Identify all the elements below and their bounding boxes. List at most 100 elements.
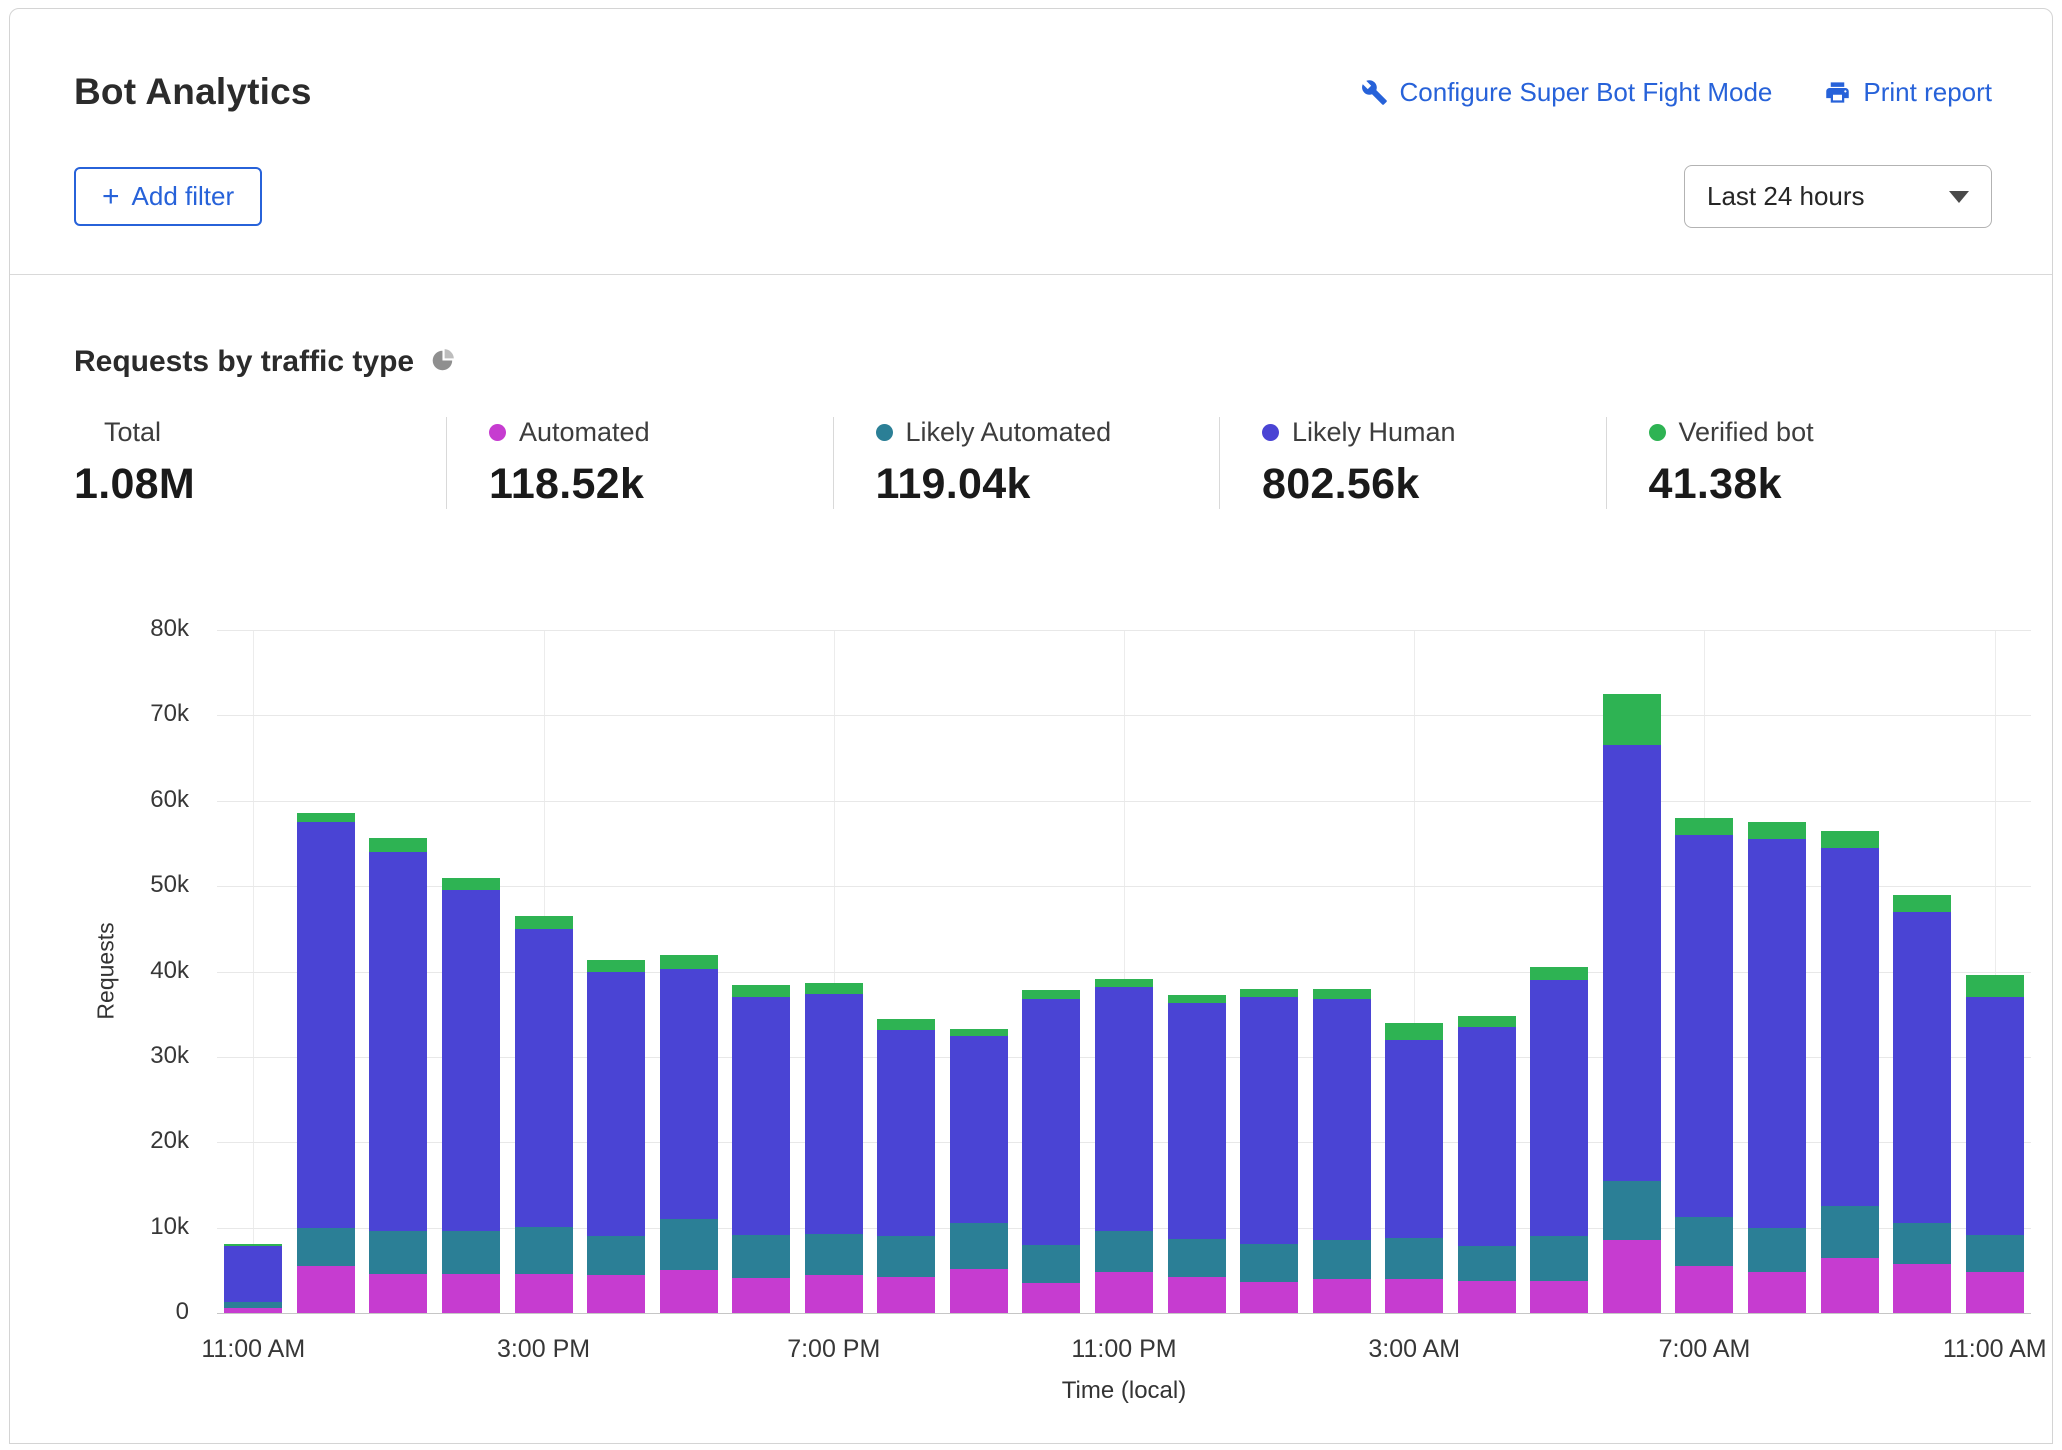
bar-segment-automated[interactable] (1095, 1272, 1153, 1313)
bar-segment-automated[interactable] (1022, 1283, 1080, 1313)
bar-segment-verified-bot[interactable] (1966, 975, 2024, 997)
bar-segment-verified-bot[interactable] (515, 916, 573, 929)
bar-segment-automated[interactable] (1893, 1264, 1951, 1313)
bar-segment-likely-human[interactable] (1240, 997, 1298, 1244)
bar-segment-automated[interactable] (369, 1274, 427, 1313)
bar-segment-automated[interactable] (950, 1269, 1008, 1313)
bar-segment-verified-bot[interactable] (1022, 990, 1080, 999)
bar-segment-verified-bot[interactable] (732, 985, 790, 997)
bar-segment-likely-human[interactable] (297, 822, 355, 1228)
bar-segment-verified-bot[interactable] (1168, 995, 1226, 1004)
bar-segment-likely-automated[interactable] (1530, 1236, 1588, 1280)
bar-segment-verified-bot[interactable] (805, 983, 863, 994)
bar-segment-likely-human[interactable] (1821, 848, 1879, 1207)
bar-segment-likely-automated[interactable] (442, 1231, 500, 1274)
bar-segment-automated[interactable] (297, 1266, 355, 1313)
bar-segment-likely-human[interactable] (1675, 835, 1733, 1217)
bar-segment-likely-human[interactable] (1966, 997, 2024, 1235)
bar-segment-automated[interactable] (732, 1278, 790, 1313)
bar-segment-likely-human[interactable] (515, 929, 573, 1227)
bar-segment-verified-bot[interactable] (1893, 895, 1951, 912)
bar-segment-verified-bot[interactable] (1675, 818, 1733, 835)
bar-segment-likely-automated[interactable] (1748, 1228, 1806, 1272)
add-filter-button[interactable]: + Add filter (74, 167, 262, 226)
bar-segment-likely-automated[interactable] (950, 1223, 1008, 1268)
bar-segment-likely-human[interactable] (1385, 1040, 1443, 1238)
bar-segment-likely-automated[interactable] (1893, 1223, 1951, 1264)
bar-segment-automated[interactable] (1603, 1240, 1661, 1313)
bar-segment-verified-bot[interactable] (877, 1019, 935, 1029)
bar-segment-automated[interactable] (1458, 1281, 1516, 1313)
bar-segment-likely-human[interactable] (877, 1030, 935, 1237)
bar-segment-automated[interactable] (587, 1275, 645, 1313)
bar-segment-verified-bot[interactable] (1748, 822, 1806, 839)
bar-segment-likely-human[interactable] (950, 1036, 1008, 1224)
bar-segment-likely-human[interactable] (1603, 745, 1661, 1180)
bar-segment-likely-human[interactable] (732, 997, 790, 1235)
bar-segment-verified-bot[interactable] (297, 813, 355, 822)
bar-segment-automated[interactable] (1313, 1279, 1371, 1313)
bar-segment-automated[interactable] (1530, 1281, 1588, 1313)
bar-segment-automated[interactable] (660, 1270, 718, 1313)
bar-segment-likely-automated[interactable] (369, 1231, 427, 1274)
bar-segment-verified-bot[interactable] (1821, 831, 1879, 848)
bar-segment-likely-human[interactable] (369, 852, 427, 1231)
bar-segment-likely-automated[interactable] (1458, 1246, 1516, 1282)
bar-segment-likely-human[interactable] (1748, 839, 1806, 1227)
bar-segment-verified-bot[interactable] (1458, 1016, 1516, 1027)
bar-segment-likely-human[interactable] (1893, 912, 1951, 1224)
bar-segment-likely-automated[interactable] (224, 1302, 282, 1308)
bar-segment-likely-automated[interactable] (515, 1227, 573, 1274)
bar-segment-verified-bot[interactable] (1603, 694, 1661, 745)
bar-segment-likely-automated[interactable] (732, 1235, 790, 1278)
bar-segment-automated[interactable] (1168, 1277, 1226, 1313)
bar-segment-likely-human[interactable] (1530, 980, 1588, 1236)
bar-segment-likely-automated[interactable] (587, 1236, 645, 1274)
bar-segment-verified-bot[interactable] (369, 838, 427, 852)
bar-segment-likely-human[interactable] (1313, 999, 1371, 1240)
bar-segment-automated[interactable] (877, 1277, 935, 1313)
bar-segment-likely-automated[interactable] (805, 1234, 863, 1275)
bar-segment-verified-bot[interactable] (224, 1244, 282, 1247)
stat-verified-bot[interactable]: Verified bot 41.38k (1606, 417, 1993, 509)
bar-segment-likely-automated[interactable] (1675, 1217, 1733, 1267)
bar-segment-likely-human[interactable] (1022, 999, 1080, 1245)
bar-segment-automated[interactable] (442, 1274, 500, 1313)
bar-segment-likely-automated[interactable] (1240, 1244, 1298, 1282)
time-range-select[interactable]: Last 24 hours (1684, 165, 1992, 228)
bar-segment-likely-human[interactable] (1095, 987, 1153, 1231)
bar-segment-automated[interactable] (1240, 1282, 1298, 1313)
bar-segment-likely-automated[interactable] (1022, 1245, 1080, 1283)
bar-segment-likely-automated[interactable] (1095, 1231, 1153, 1272)
bar-segment-likely-human[interactable] (805, 994, 863, 1235)
bar-segment-likely-automated[interactable] (1168, 1239, 1226, 1277)
bar-segment-likely-human[interactable] (660, 969, 718, 1219)
bar-segment-verified-bot[interactable] (1095, 979, 1153, 987)
bar-segment-verified-bot[interactable] (587, 960, 645, 972)
bar-segment-verified-bot[interactable] (442, 878, 500, 891)
bar-segment-likely-automated[interactable] (877, 1236, 935, 1277)
bar-segment-automated[interactable] (1821, 1258, 1879, 1313)
bar-segment-likely-automated[interactable] (660, 1219, 718, 1270)
bar-segment-likely-human[interactable] (587, 972, 645, 1237)
configure-super-bot-fight-mode-link[interactable]: Configure Super Bot Fight Mode (1361, 77, 1773, 108)
bar-segment-likely-human[interactable] (1168, 1003, 1226, 1239)
bar-segment-likely-automated[interactable] (1966, 1235, 2024, 1272)
bar-segment-automated[interactable] (1385, 1279, 1443, 1313)
bar-segment-verified-bot[interactable] (1385, 1023, 1443, 1040)
bar-segment-automated[interactable] (515, 1274, 573, 1313)
bar-segment-likely-human[interactable] (224, 1246, 282, 1301)
bar-segment-automated[interactable] (1966, 1272, 2024, 1313)
bar-segment-verified-bot[interactable] (1313, 989, 1371, 999)
bar-segment-automated[interactable] (805, 1275, 863, 1313)
bar-segment-verified-bot[interactable] (1240, 989, 1298, 997)
bar-segment-automated[interactable] (1748, 1272, 1806, 1313)
bar-segment-likely-automated[interactable] (1385, 1238, 1443, 1279)
stat-total[interactable]: Total 1.08M (74, 417, 446, 509)
stat-likely-automated[interactable]: Likely Automated 119.04k (833, 417, 1220, 509)
stat-likely-human[interactable]: Likely Human 802.56k (1219, 417, 1606, 509)
print-report-link[interactable]: Print report (1824, 77, 1992, 108)
bar-segment-likely-automated[interactable] (297, 1228, 355, 1266)
bar-segment-likely-automated[interactable] (1313, 1240, 1371, 1279)
bar-segment-verified-bot[interactable] (660, 955, 718, 969)
